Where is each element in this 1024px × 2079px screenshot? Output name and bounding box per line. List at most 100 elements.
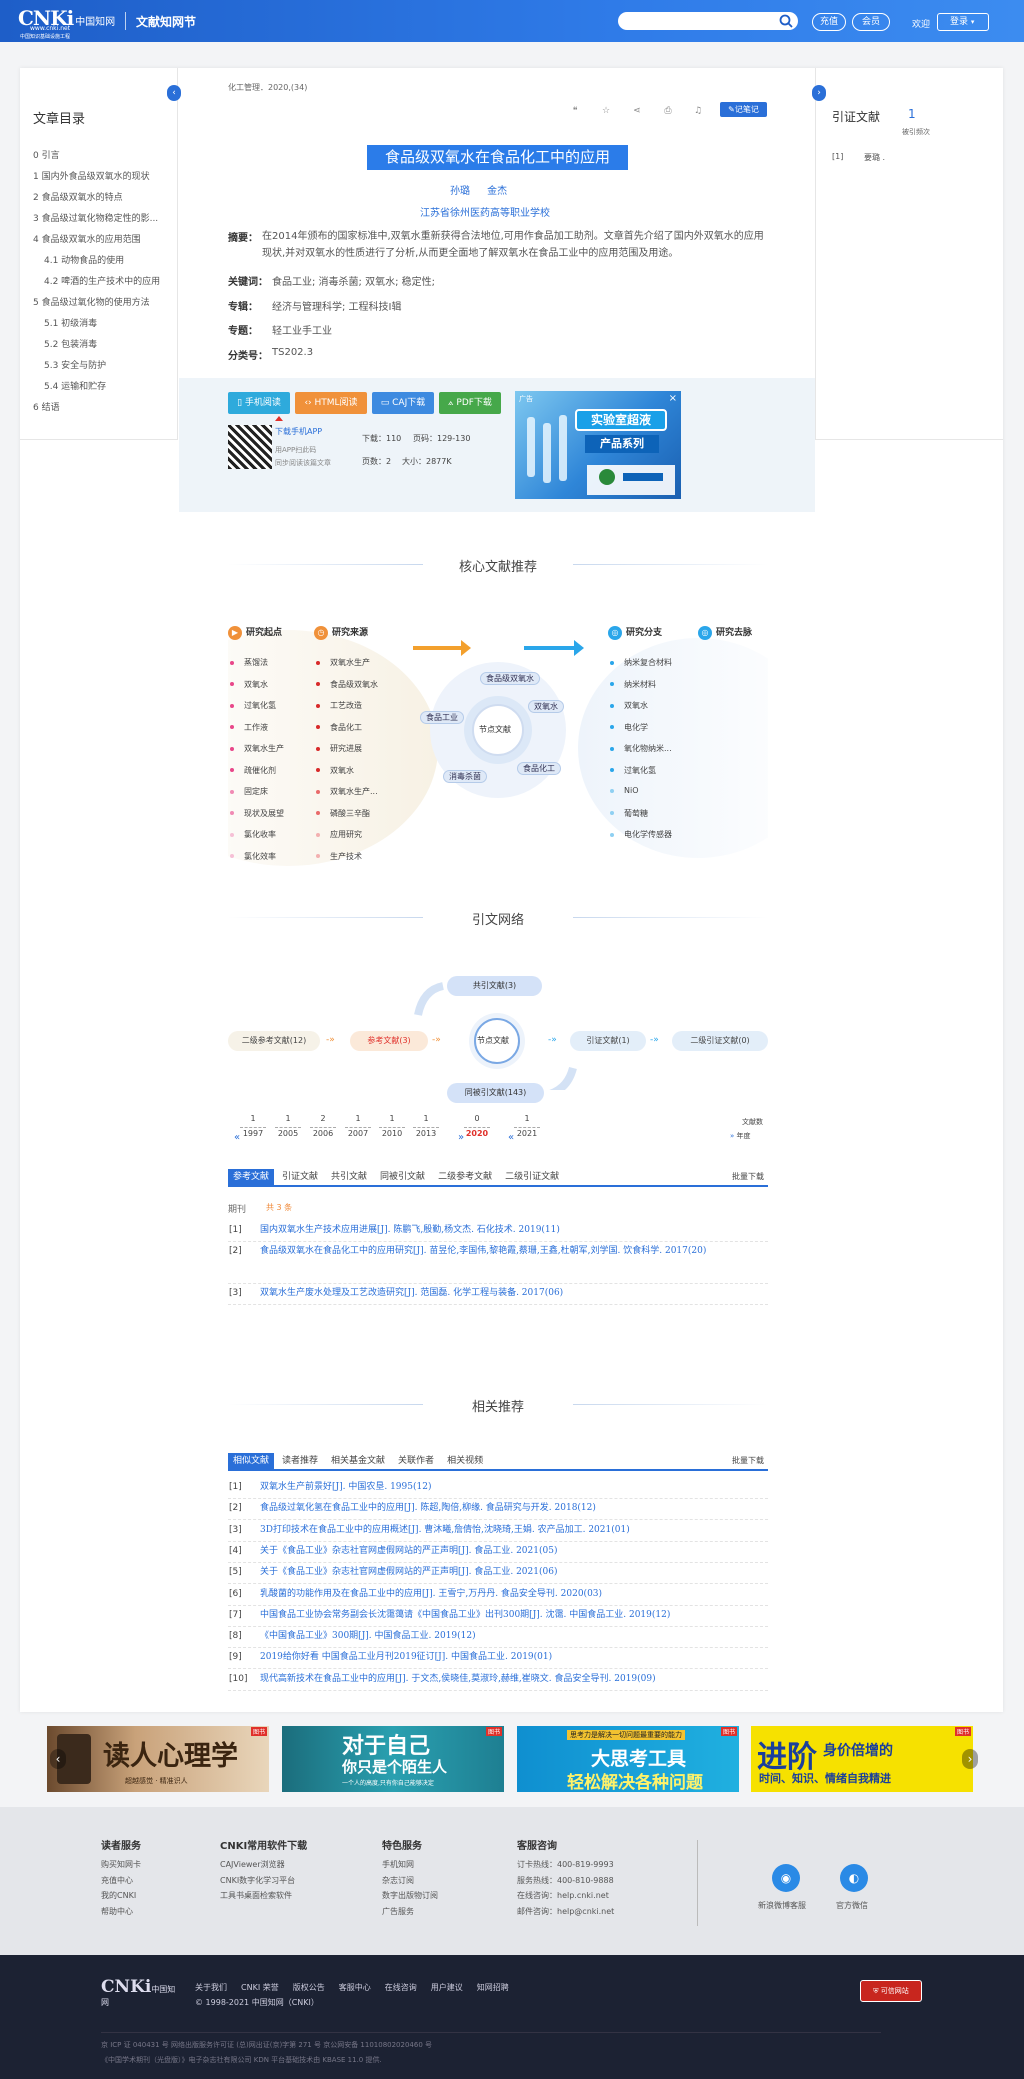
core-start-item[interactable]: 疏催化剂 bbox=[230, 765, 276, 776]
related-batch-download[interactable]: 批量下载 bbox=[732, 1455, 764, 1466]
caj-download-button[interactable]: ▭ CAJ下载 bbox=[372, 392, 434, 414]
share-icon[interactable]: ⋖ bbox=[629, 103, 645, 119]
core-source-item[interactable]: 食品化工 bbox=[316, 722, 362, 733]
take-note-button[interactable]: ✎记笔记 bbox=[720, 102, 767, 117]
pdf-download-button[interactable]: ⟑ PDF下载 bbox=[439, 392, 501, 414]
wechat-icon[interactable]: ◐ bbox=[840, 1864, 868, 1892]
footer-link[interactable]: 充值中心 bbox=[101, 1875, 133, 1886]
core-start-item[interactable]: 过氧化氢 bbox=[230, 700, 276, 711]
core-source-item[interactable]: 工艺改造 bbox=[316, 700, 362, 711]
citing-item-link[interactable]: 要璐 . bbox=[864, 152, 885, 163]
core-source-item[interactable]: 磷酸三辛酯 bbox=[316, 808, 370, 819]
ref-link[interactable]: 双氧水生产废水处理及工艺改造研究[J]. 范国磊. 化学工程与装备. 2017(… bbox=[260, 1284, 768, 1302]
footer-link[interactable]: CAJViewer浏览器 bbox=[220, 1859, 285, 1870]
html-read-button[interactable]: ‹› HTML阅读 bbox=[295, 392, 367, 414]
trusted-site-badge[interactable]: ⛨ 可信网站 bbox=[860, 1980, 922, 2002]
article-organization[interactable]: 江苏省徐州医药高等职业学校 bbox=[420, 204, 550, 219]
year-item[interactable]: 1 2005 bbox=[275, 1114, 301, 1138]
core-branch-item[interactable]: 电化学传感器 bbox=[610, 829, 672, 840]
weibo-label[interactable]: 新浪微博客服 bbox=[758, 1900, 806, 1911]
print-icon[interactable]: ⎙ bbox=[660, 103, 676, 119]
tab-3[interactable]: 关联作者 bbox=[393, 1453, 439, 1469]
second-cite-node[interactable]: 二级引证文献(0) bbox=[672, 1031, 768, 1051]
tab-3[interactable]: 同被引文献 bbox=[375, 1169, 430, 1185]
related-link[interactable]: 关于《食品工业》杂志社官网虚假网站的严正声明[J]. 食品工业. 2021(06… bbox=[260, 1563, 768, 1581]
footer-bottom-link[interactable]: 知网招聘 bbox=[477, 1983, 509, 1992]
banner-psychology[interactable]: 读人心理学 超越感觉 · 精准识人 图书 bbox=[47, 1726, 269, 1792]
article-authors[interactable]: 孙璐 金杰 bbox=[450, 182, 507, 197]
core-branch-item[interactable]: 氧化物纳米... bbox=[610, 743, 672, 754]
footer-link[interactable]: 我的CNKI bbox=[101, 1890, 136, 1901]
core-branch-item[interactable]: 过氧化氢 bbox=[610, 765, 656, 776]
tag-food-industry[interactable]: 食品工业 bbox=[420, 711, 464, 724]
year-item[interactable]: 1 1997 bbox=[240, 1114, 266, 1138]
related-link[interactable]: 现代高新技术在食品工业中的应用[J]. 于文杰,侯晓佳,莫淑玲,赫维,崔晓文. … bbox=[260, 1670, 768, 1688]
tab-2[interactable]: 相关基金文献 bbox=[326, 1453, 390, 1469]
toc-item[interactable]: 4 食品级双氧水的应用范围 bbox=[33, 232, 141, 245]
ref-link[interactable]: 食品级双氧水在食品化工中的应用研究[J]. 苗昱伦,李国伟,黎艳霞,蔡珊,王鑫,… bbox=[260, 1242, 768, 1260]
ad-banner[interactable]: 广告 × 实验室超液 产品系列 bbox=[515, 391, 681, 499]
related-link[interactable]: 关于《食品工业》杂志社官网虚假网站的严正声明[J]. 食品工业. 2021(05… bbox=[260, 1542, 768, 1560]
core-source-item[interactable]: 应用研究 bbox=[316, 829, 362, 840]
core-start-item[interactable]: 工作液 bbox=[230, 722, 268, 733]
keywords[interactable]: 食品工业; 消毒杀菌; 双氧水; 稳定性; bbox=[272, 273, 435, 288]
search-input[interactable] bbox=[618, 12, 798, 30]
banner-advance[interactable]: 进阶 身价倍增的 时间、知识、情绪自我精进 图书 bbox=[751, 1726, 973, 1792]
footer-link[interactable]: 手机知网 bbox=[382, 1859, 414, 1870]
core-start-item[interactable]: 现状及展望 bbox=[230, 808, 284, 819]
year-item[interactable]: 1 2013 bbox=[413, 1114, 439, 1138]
footer-link[interactable]: 帮助中心 bbox=[101, 1906, 133, 1917]
core-source-item[interactable]: 双氧水生产... bbox=[316, 786, 378, 797]
footer-bottom-link[interactable]: 在线咨询 bbox=[385, 1983, 417, 1992]
tab-1[interactable]: 引证文献 bbox=[277, 1169, 323, 1185]
year-item[interactable]: 1 2007 bbox=[345, 1114, 371, 1138]
core-start-item[interactable]: 氯化收率 bbox=[230, 829, 276, 840]
core-start-item[interactable]: 固定床 bbox=[230, 786, 268, 797]
related-link[interactable]: 中国食品工业协会常务副会长沈霭蔼请《中国食品工业》出刊300期[J]. 沈霭. … bbox=[260, 1606, 768, 1624]
toc-item[interactable]: 4.1 动物食品的使用 bbox=[44, 253, 124, 266]
related-link[interactable]: 2019给你好看 中国食品工业月刊2019征订[J]. 中国食品工业. 2019… bbox=[260, 1648, 768, 1666]
weibo-icon[interactable]: ◉ bbox=[772, 1864, 800, 1892]
member-button[interactable]: 会员 bbox=[852, 13, 890, 31]
toc-item[interactable]: 5.2 包装消毒 bbox=[44, 337, 97, 350]
bell-icon[interactable]: ♫ bbox=[690, 103, 706, 119]
related-link[interactable]: 《中国食品工业》300期[J]. 中国食品工业. 2019(12) bbox=[260, 1627, 768, 1645]
close-icon[interactable]: × bbox=[669, 393, 677, 404]
core-branch-item[interactable]: 纳米复合材料 bbox=[610, 657, 672, 668]
year-item[interactable]: 0 2020 bbox=[464, 1114, 490, 1138]
footer-link[interactable]: 购买知网卡 bbox=[101, 1859, 141, 1870]
footer-link[interactable]: 数字出版物订阅 bbox=[382, 1890, 438, 1901]
article-source[interactable]: 化工管理．2020,(34) bbox=[228, 82, 307, 93]
banner-stranger[interactable]: 对于自己 你只是个陌生人 一个人的高度,只有你自己能够决定 图书 bbox=[282, 1726, 504, 1792]
toc-item[interactable]: 5.3 安全与防护 bbox=[44, 358, 106, 371]
footer-bottom-link[interactable]: CNKI 荣誉 bbox=[241, 1983, 279, 1992]
core-source-item[interactable]: 生产技术 bbox=[316, 851, 362, 862]
download-app-link[interactable]: 下载手机APP bbox=[275, 426, 322, 437]
carousel-prev-button[interactable]: ‹ bbox=[50, 1749, 66, 1769]
wechat-label[interactable]: 官方微信 bbox=[836, 1900, 868, 1911]
core-center-node[interactable]: 节点文献 bbox=[479, 724, 511, 735]
quote-icon[interactable]: ❝ bbox=[567, 103, 583, 119]
related-link[interactable]: 3D打印技术在食品工业中的应用概述[J]. 曹沐曦,詹倩怡,沈晓琦,王娟. 农产… bbox=[260, 1521, 768, 1539]
core-start-item[interactable]: 双氧水 bbox=[230, 679, 268, 690]
related-link[interactable]: 乳酸菌的功能作用及在食品工业中的应用[J]. 王雪宁,万丹丹. 食品安全导刊. … bbox=[260, 1585, 768, 1603]
network-center-node[interactable]: 节点文献 bbox=[477, 1035, 509, 1046]
search-icon[interactable] bbox=[779, 14, 793, 28]
footer-link[interactable]: 广告服务 bbox=[382, 1906, 414, 1917]
cnki-logo[interactable]: CNKi 中国知网 www.cnki.net 中国知识基础设施工程 bbox=[18, 6, 120, 40]
ref-batch-download[interactable]: 批量下载 bbox=[732, 1171, 764, 1182]
core-branch-item[interactable]: NiO bbox=[610, 786, 639, 795]
second-ref-node[interactable]: 二级参考文献(12) bbox=[228, 1031, 320, 1051]
footer-bottom-link[interactable]: 客服中心 bbox=[339, 1983, 371, 1992]
phone-read-button[interactable]: ▯ 手机阅读 bbox=[228, 392, 290, 414]
favorite-icon[interactable]: ☆ bbox=[598, 103, 614, 119]
core-start-item[interactable]: 氯化效率 bbox=[230, 851, 276, 862]
toc-item[interactable]: 1 国内外食品级双氧水的现状 bbox=[33, 169, 150, 182]
footer-link[interactable]: CNKI数字化学习平台 bbox=[220, 1875, 295, 1886]
core-start-item[interactable]: 双氧水生产 bbox=[230, 743, 284, 754]
tab-5[interactable]: 二级引证文献 bbox=[500, 1169, 564, 1185]
toc-item[interactable]: 4.2 啤酒的生产技术中的应用 bbox=[44, 274, 160, 287]
tab-0[interactable]: 参考文献 bbox=[228, 1169, 275, 1185]
prev-icon[interactable]: « bbox=[508, 1132, 514, 1143]
tab-0[interactable]: 相似文献 bbox=[228, 1453, 275, 1469]
